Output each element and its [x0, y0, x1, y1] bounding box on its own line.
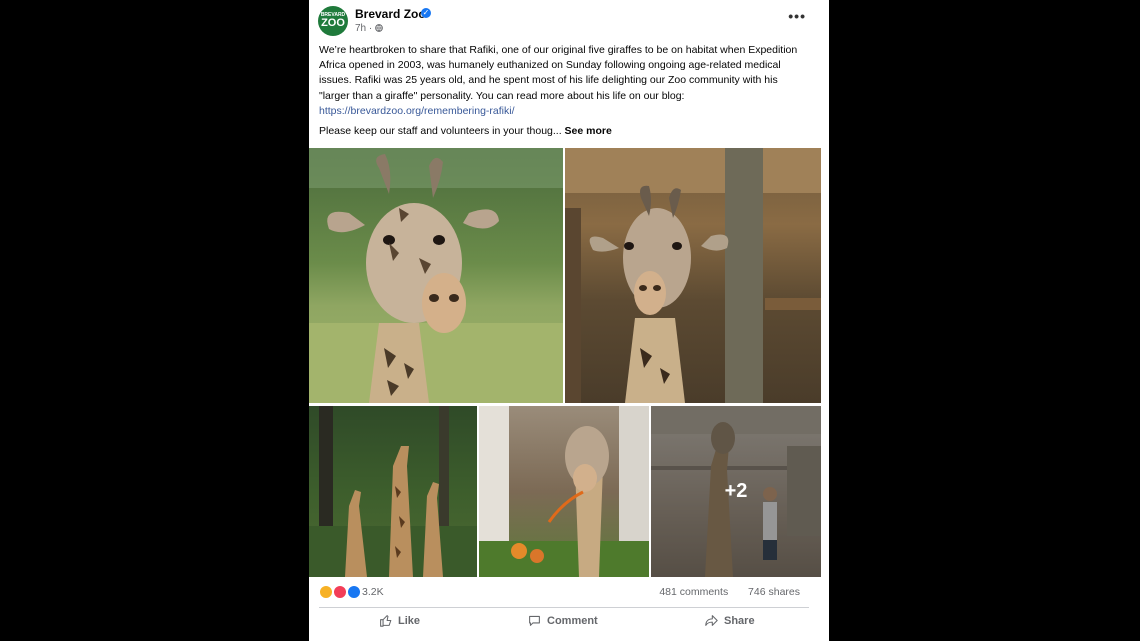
avatar-text-main: ZOO [321, 17, 345, 29]
comment-button[interactable]: Comment [528, 614, 598, 627]
facebook-post: BREVARD ZOO Brevard Zoo ✓ 7h · ••• We’re… [309, 0, 829, 641]
post-actions: Like Comment Share [309, 610, 829, 638]
verified-badge-icon: ✓ [421, 8, 431, 18]
like-label: Like [398, 614, 421, 627]
post-body-2: Please keep our staff and volunteers in … [319, 125, 565, 137]
more-photos-count: +2 [724, 480, 748, 502]
love-reaction-icon [332, 585, 347, 599]
photo-3[interactable] [309, 406, 477, 577]
divider [319, 607, 809, 608]
page-name[interactable]: Brevard Zoo [355, 7, 426, 21]
photo-4[interactable] [479, 406, 649, 577]
avatar[interactable]: BREVARD ZOO [318, 6, 348, 36]
stats-right: 481 comments 746 shares [659, 586, 800, 598]
post-body: We’re heartbroken to share that Rafiki, … [319, 44, 798, 102]
reaction-count[interactable]: 3.2K [362, 586, 384, 598]
giraffe-image [309, 148, 563, 403]
share-icon [705, 615, 718, 626]
photo-2[interactable] [565, 148, 821, 403]
giraffe-image [565, 148, 821, 403]
shares-count[interactable]: 746 shares [748, 586, 800, 598]
more-photos-overlay[interactable]: +2 [651, 406, 821, 577]
like-reaction-icon [346, 585, 361, 599]
care-reaction-icon [319, 585, 333, 599]
comment-icon [529, 615, 540, 626]
post-text-2: Please keep our staff and volunteers in … [319, 125, 612, 137]
photo-1[interactable] [309, 148, 563, 403]
post-meta: 7h · [355, 23, 383, 34]
see-more-link[interactable]: See more [565, 125, 612, 137]
share-button[interactable]: Share [705, 614, 755, 627]
post-stats: 3.2K 481 comments 746 shares [319, 584, 809, 602]
like-button[interactable]: Like [379, 614, 420, 627]
comment-label: Comment [547, 614, 598, 627]
globe-icon [375, 23, 383, 34]
share-label: Share [724, 614, 755, 627]
more-options-icon[interactable]: ••• [788, 8, 806, 24]
post-text: We’re heartbroken to share that Rafiki, … [319, 43, 809, 119]
blog-link[interactable]: https://brevardzoo.org/remembering-rafik… [319, 105, 515, 117]
giraffe-image [309, 406, 477, 577]
like-icon [380, 615, 392, 627]
giraffe-image [479, 406, 649, 577]
comments-count[interactable]: 481 comments [659, 586, 728, 598]
photo-5[interactable]: +2 [651, 406, 821, 577]
post-header: BREVARD ZOO Brevard Zoo ✓ 7h · ••• [309, 0, 829, 40]
reactions-icons[interactable] [319, 585, 361, 599]
post-time[interactable]: 7h [355, 23, 366, 34]
